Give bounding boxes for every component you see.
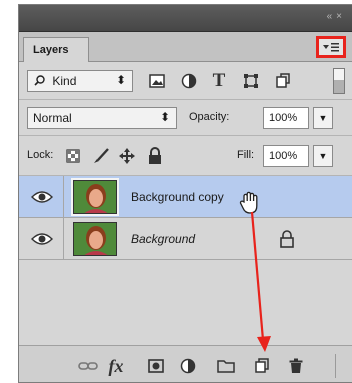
- chevron-down-icon: ▼: [318, 113, 328, 123]
- layers-bottom-toolbar: fx: [19, 345, 352, 382]
- layer-row-background[interactable]: Background: [19, 218, 352, 260]
- search-icon: [34, 75, 45, 86]
- panel-menu-icon: [323, 43, 339, 52]
- opacity-input[interactable]: 100%: [263, 107, 309, 129]
- layer-thumbnail[interactable]: [71, 178, 119, 216]
- new-layer-icon[interactable]: [251, 356, 273, 376]
- add-layer-style-fx-icon[interactable]: fx: [105, 356, 127, 376]
- layer-filter-row: Kind ⬍ T: [19, 62, 352, 100]
- adjustment-filter-icon[interactable]: [179, 71, 199, 91]
- layer-name[interactable]: Background copy: [131, 190, 224, 204]
- lock-row: Lock: Fill: 100% ▼: [19, 136, 352, 176]
- blend-mode-select[interactable]: Normal ⬍: [27, 107, 177, 129]
- smart-object-filter-icon[interactable]: [273, 71, 293, 91]
- opacity-dropdown-button[interactable]: ▼: [313, 107, 333, 129]
- layer-name[interactable]: Background: [131, 232, 195, 246]
- lock-label: Lock:: [27, 149, 54, 161]
- fill-input[interactable]: 100%: [263, 145, 309, 167]
- panel-title-bar[interactable]: «×: [19, 5, 352, 32]
- add-layer-mask-icon[interactable]: [145, 356, 167, 376]
- link-layers-icon[interactable]: [77, 356, 99, 376]
- chevron-down-icon: ▼: [318, 151, 328, 161]
- grab-hand-cursor-icon: [239, 191, 258, 214]
- new-adjustment-layer-icon[interactable]: [177, 356, 199, 376]
- lock-pixels-brush-icon[interactable]: [91, 146, 111, 166]
- new-group-folder-icon[interactable]: [215, 356, 237, 376]
- collapse-arrows-icon[interactable]: «×: [327, 11, 346, 22]
- filter-toggle-switch[interactable]: [333, 68, 345, 94]
- kind-filter-label: Kind: [52, 74, 77, 88]
- layer-thumbnail[interactable]: [73, 222, 117, 256]
- lock-position-move-icon[interactable]: [117, 146, 137, 166]
- lock-icon: [280, 230, 294, 248]
- panel-menu-button[interactable]: [316, 36, 346, 58]
- lock-transparency-icon[interactable]: [63, 146, 83, 166]
- delete-layer-trash-icon[interactable]: [285, 356, 307, 376]
- blend-row: Normal ⬍ Opacity: 100% ▼: [19, 100, 352, 136]
- tab-layers[interactable]: Layers: [23, 37, 89, 62]
- dropdown-arrows-icon: ⬍: [159, 110, 170, 124]
- dropdown-arrows-icon: ⬍: [115, 73, 126, 87]
- fill-label: Fill:: [237, 149, 255, 161]
- visibility-eye-icon[interactable]: [31, 189, 53, 205]
- layers-panel: «× Layers Kind ⬍ T Normal ⬍ Opacity: 100…: [18, 4, 352, 383]
- visibility-eye-icon[interactable]: [31, 231, 53, 247]
- panel-tab-row: Layers: [19, 32, 352, 62]
- layer-row-background-copy[interactable]: Background copy: [19, 176, 352, 218]
- layers-list: Background copy Background: [19, 176, 352, 344]
- blend-mode-value: Normal: [33, 111, 72, 125]
- column-divider: [63, 176, 64, 218]
- pixel-layer-filter-icon[interactable]: [147, 71, 167, 91]
- opacity-label: Opacity:: [189, 111, 230, 123]
- shape-filter-icon[interactable]: [241, 71, 261, 91]
- kind-filter-select[interactable]: Kind ⬍: [27, 70, 133, 92]
- fill-dropdown-button[interactable]: ▼: [313, 145, 333, 167]
- lock-all-icon[interactable]: [145, 146, 165, 166]
- type-filter-icon[interactable]: T: [209, 71, 229, 91]
- panel-resize-handle[interactable]: [335, 354, 352, 378]
- column-divider: [63, 218, 64, 260]
